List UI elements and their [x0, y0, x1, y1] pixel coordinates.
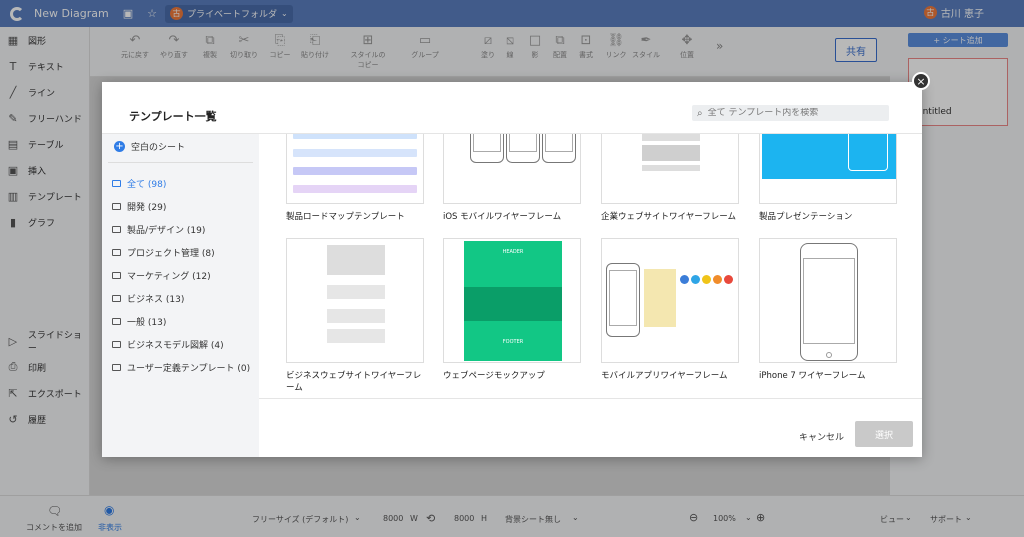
roadmap-row — [293, 134, 417, 139]
template-thumbnail[interactable]: HEADER FOOTER — [443, 238, 581, 363]
template-search[interactable]: ⌕ — [692, 105, 889, 121]
wire-block — [642, 145, 700, 161]
category-label: ビジネス (13) — [127, 295, 185, 305]
folder-icon — [112, 180, 121, 187]
dialog-footer: キャンセル 選択 — [259, 398, 922, 457]
category-label: 製品/デザイン (19) — [127, 226, 206, 236]
plus-icon: + — [114, 141, 125, 152]
category-label: ユーザー定義テンプレート (0) — [127, 364, 251, 374]
template-thumbnail[interactable] — [759, 238, 897, 363]
template-thumbnail[interactable] — [443, 134, 581, 204]
folder-icon — [112, 295, 121, 302]
template-card[interactable]: [Product name] Presentation 製品プレゼンテーション — [759, 134, 897, 223]
category-item[interactable]: 開発 (29) — [110, 195, 255, 218]
category-item[interactable]: マーケティング (12) — [110, 264, 255, 287]
template-name: 製品プレゼンテーション — [759, 212, 853, 222]
template-card[interactable]: 製品ロードマップテンプレート — [286, 134, 424, 223]
mockup-block — [464, 287, 562, 321]
template-name: ウェブページモックアップ — [443, 371, 545, 381]
color-swatch — [713, 275, 722, 284]
category-label: プロジェクト管理 (8) — [127, 249, 215, 259]
category-item[interactable]: ビジネス (13) — [110, 287, 255, 310]
folder-icon — [112, 341, 121, 348]
category-label: 開発 (29) — [127, 203, 167, 213]
select-button[interactable]: 選択 — [855, 421, 913, 447]
blank-sheet-button[interactable]: + 空白のシート — [114, 140, 185, 153]
category-item[interactable]: 全て (98) — [110, 172, 255, 195]
color-swatch — [702, 275, 711, 284]
template-card[interactable]: 企業ウェブサイトワイヤーフレーム — [601, 134, 739, 223]
template-thumbnail[interactable] — [601, 238, 739, 363]
sticky-note — [644, 269, 676, 327]
phone-frame — [506, 134, 540, 163]
template-name: モバイルアプリワイヤーフレーム — [601, 371, 728, 381]
color-swatch — [724, 275, 733, 284]
dialog-header: テンプレート一覧 ⌕ — [102, 82, 922, 134]
template-dialog: テンプレート一覧 ⌕ + 空白のシート 全て (98) 開発 (29) 製品/デザイ… — [102, 82, 922, 457]
template-thumbnail[interactable] — [601, 134, 739, 204]
template-name: 製品ロードマップテンプレート — [286, 212, 405, 222]
folder-icon — [112, 364, 121, 371]
template-card[interactable]: iOS モバイルワイヤーフレーム — [443, 134, 581, 223]
template-name: ビジネスウェブサイトワイヤーフレーム — [286, 371, 422, 393]
phone-outline — [848, 134, 888, 171]
folder-icon — [112, 272, 121, 279]
template-name: iOS モバイルワイヤーフレーム — [443, 212, 562, 222]
category-item[interactable]: ビジネスモデル図解 (4) — [110, 333, 255, 356]
blank-sheet-label: 空白のシート — [131, 143, 186, 153]
template-thumbnail[interactable]: [Product name] Presentation — [759, 134, 897, 204]
template-card[interactable]: モバイルアプリワイヤーフレーム — [601, 238, 739, 382]
cancel-button[interactable]: キャンセル — [799, 430, 844, 443]
wire-block — [327, 329, 385, 343]
category-label: 全て (98) — [127, 180, 167, 190]
divider — [108, 162, 253, 163]
category-item[interactable]: 一般 (13) — [110, 310, 255, 333]
template-grid: 製品ロードマップテンプレート iOS モバイルワイヤーフレーム 企業ウェブサイトワイ… — [259, 134, 922, 398]
category-item[interactable]: プロジェクト管理 (8) — [110, 241, 255, 264]
roadmap-row — [293, 185, 417, 193]
phone-frame — [606, 263, 640, 337]
category-panel: + 空白のシート 全て (98) 開発 (29) 製品/デザイン (19) プロジェク… — [102, 134, 259, 457]
roadmap-row — [293, 167, 417, 175]
template-thumbnail[interactable] — [286, 238, 424, 363]
phone-frame — [470, 134, 504, 163]
search-input[interactable] — [707, 108, 878, 118]
category-label: 一般 (13) — [127, 318, 167, 328]
category-list: 全て (98) 開発 (29) 製品/デザイン (19) プロジェクト管理 (8) マー… — [110, 172, 255, 379]
search-icon: ⌕ — [697, 107, 703, 119]
phone-frame — [542, 134, 576, 163]
category-item[interactable]: 製品/デザイン (19) — [110, 218, 255, 241]
roadmap-row — [293, 149, 417, 157]
category-label: ビジネスモデル図解 (4) — [127, 341, 224, 351]
folder-icon — [112, 226, 121, 233]
folder-icon — [112, 249, 121, 256]
template-name: iPhone 7 ワイヤーフレーム — [759, 371, 866, 381]
wire-block — [642, 165, 700, 171]
category-label: マーケティング (12) — [127, 272, 211, 282]
close-icon[interactable]: × — [912, 72, 930, 90]
color-swatch — [680, 275, 689, 284]
template-name: 企業ウェブサイトワイヤーフレーム — [601, 212, 736, 222]
template-card[interactable]: ビジネスウェブサイトワイヤーフレーム — [286, 238, 424, 394]
wire-block — [642, 134, 700, 141]
mockup-header: HEADER — [502, 249, 524, 255]
iphone-frame — [800, 243, 858, 361]
dialog-title: テンプレート一覧 — [129, 110, 217, 123]
wire-block — [327, 245, 385, 275]
template-card[interactable]: iPhone 7 ワイヤーフレーム — [759, 238, 897, 382]
category-item[interactable]: ユーザー定義テンプレート (0) — [110, 356, 255, 379]
folder-icon — [112, 203, 121, 210]
wire-block — [327, 285, 385, 299]
template-thumbnail[interactable] — [286, 134, 424, 204]
color-swatch — [691, 275, 700, 284]
wire-block — [327, 309, 385, 323]
folder-icon — [112, 318, 121, 325]
mockup-footer: FOOTER — [502, 339, 524, 345]
template-card[interactable]: HEADER FOOTER ウェブページモックアップ — [443, 238, 581, 382]
